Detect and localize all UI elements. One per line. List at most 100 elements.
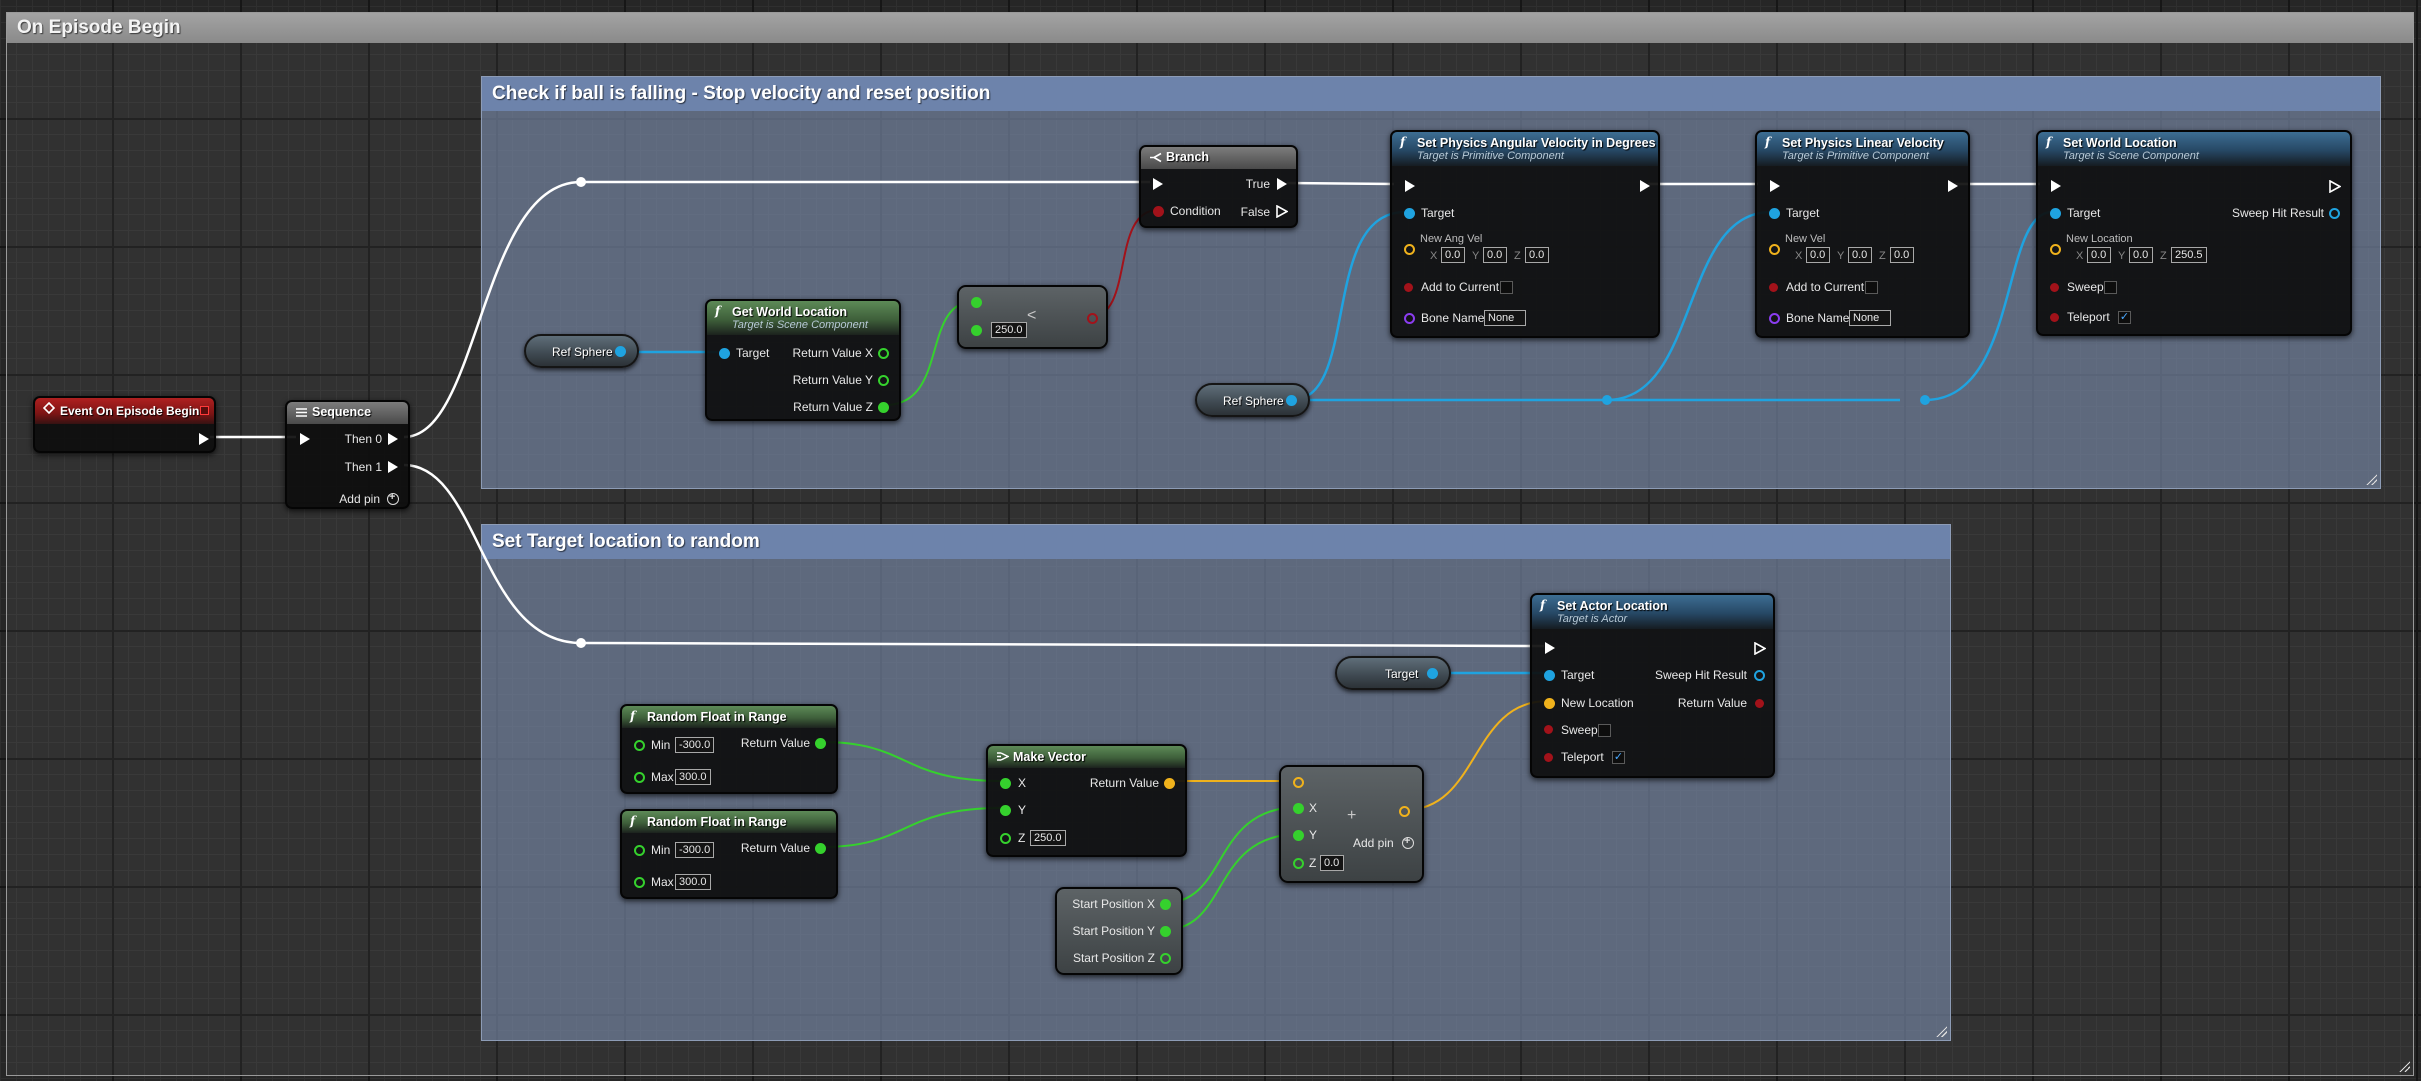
target-pin[interactable] bbox=[2050, 208, 2061, 219]
z-field[interactable]: 250.0 bbox=[1030, 830, 1066, 846]
exec-in-pin[interactable] bbox=[1153, 178, 1163, 190]
random-float-in-range-node[interactable]: f Random Float in Range Min -300.0 Retur… bbox=[620, 809, 838, 899]
x-pin[interactable] bbox=[1000, 778, 1011, 789]
comment-header[interactable]: On Episode Begin bbox=[7, 13, 2413, 43]
exec-in-pin[interactable] bbox=[1405, 180, 1415, 192]
then-1-pin[interactable] bbox=[388, 461, 398, 473]
target-variable-node[interactable]: Target bbox=[1335, 656, 1451, 690]
add-pin-label[interactable]: Add pin bbox=[1353, 836, 1394, 850]
bone-name-field[interactable]: None bbox=[1849, 310, 1891, 326]
new-location-pin[interactable] bbox=[2050, 244, 2061, 255]
max-field[interactable]: 300.0 bbox=[675, 874, 711, 890]
teleport-pin[interactable] bbox=[1544, 753, 1553, 762]
z-pin[interactable] bbox=[1293, 858, 1304, 869]
min-field[interactable]: -300.0 bbox=[675, 842, 715, 858]
return-value-pin[interactable] bbox=[1164, 778, 1175, 789]
exec-out-pin[interactable] bbox=[1754, 642, 1766, 655]
teleport-pin[interactable] bbox=[2050, 313, 2059, 322]
set-physics-angular-velocity-node[interactable]: f Set Physics Angular Velocity in Degree… bbox=[1390, 130, 1660, 338]
bool-out-pin[interactable] bbox=[1087, 313, 1098, 324]
sweep-hit-result-pin[interactable] bbox=[1754, 670, 1765, 681]
y-field[interactable]: 0.0 bbox=[1848, 247, 1872, 263]
max-field[interactable]: 300.0 bbox=[675, 769, 711, 785]
start-position-x-pin[interactable] bbox=[1160, 899, 1171, 910]
comment-header[interactable]: Set Target location to random bbox=[482, 525, 1950, 559]
return-z-pin[interactable] bbox=[878, 402, 889, 413]
new-ang-vel-pin[interactable] bbox=[1404, 244, 1415, 255]
x-field[interactable]: 0.0 bbox=[1441, 247, 1465, 263]
get-world-location-node[interactable]: f Get World Location Target is Scene Com… bbox=[705, 299, 901, 421]
exec-out-pin[interactable] bbox=[1948, 180, 1958, 192]
y-pin[interactable] bbox=[1000, 805, 1011, 816]
resize-grip[interactable] bbox=[2365, 473, 2377, 485]
vector-add-node[interactable]: X Y Z 0.0 + Add pin bbox=[1279, 765, 1424, 883]
sweep-checkbox[interactable] bbox=[2104, 281, 2117, 294]
then-0-pin[interactable] bbox=[388, 433, 398, 445]
y-field[interactable]: 0.0 bbox=[1483, 247, 1507, 263]
y-pin[interactable] bbox=[1293, 830, 1304, 841]
add-to-current-pin[interactable] bbox=[1404, 283, 1413, 292]
teleport-checkbox[interactable]: ✓ bbox=[2118, 311, 2131, 324]
target-pin[interactable] bbox=[1769, 208, 1780, 219]
comment-header[interactable]: Check if ball is falling - Stop velocity… bbox=[482, 77, 2380, 111]
target-pin[interactable] bbox=[1544, 670, 1555, 681]
false-pin[interactable] bbox=[1276, 205, 1288, 218]
new-vel-pin[interactable] bbox=[1769, 244, 1780, 255]
target-pin[interactable] bbox=[1404, 208, 1415, 219]
condition-pin[interactable] bbox=[1153, 206, 1164, 217]
teleport-checkbox[interactable]: ✓ bbox=[1612, 751, 1625, 764]
min-pin[interactable] bbox=[634, 845, 645, 856]
exec-out-pin[interactable] bbox=[2329, 180, 2341, 193]
exec-out-pin[interactable] bbox=[1640, 180, 1650, 192]
add-to-current-checkbox[interactable] bbox=[1500, 281, 1513, 294]
exec-in-pin[interactable] bbox=[1545, 642, 1555, 654]
z-field[interactable]: 0.0 bbox=[1525, 247, 1549, 263]
return-value-pin[interactable] bbox=[1755, 699, 1764, 708]
ref-sphere-variable-node[interactable]: Ref Sphere bbox=[1195, 383, 1310, 417]
exec-in-pin[interactable] bbox=[1770, 180, 1780, 192]
exec-out-pin[interactable] bbox=[199, 433, 209, 445]
add-to-current-pin[interactable] bbox=[1769, 283, 1778, 292]
return-x-pin[interactable] bbox=[878, 348, 889, 359]
true-pin[interactable] bbox=[1277, 178, 1287, 190]
set-world-location-node[interactable]: f Set World Location Target is Scene Com… bbox=[2036, 130, 2352, 336]
add-pin-icon[interactable] bbox=[387, 491, 399, 505]
make-vector-node[interactable]: Make Vector X Return Value Y Z 250.0 bbox=[986, 744, 1187, 857]
event-on-episode-begin-node[interactable]: Event On Episode Begin bbox=[33, 396, 216, 453]
sweep-pin[interactable] bbox=[1544, 725, 1553, 734]
max-pin[interactable] bbox=[634, 877, 645, 888]
random-float-in-range-node[interactable]: f Random Float in Range Min -300.0 Retur… bbox=[620, 704, 838, 794]
start-position-z-pin[interactable] bbox=[1160, 953, 1171, 964]
sweep-checkbox[interactable] bbox=[1598, 724, 1611, 737]
resize-grip[interactable] bbox=[2398, 1060, 2410, 1072]
exec-in-pin[interactable] bbox=[2051, 180, 2061, 192]
sequence-node[interactable]: Sequence Then 0 Then 1 Add pin bbox=[285, 400, 410, 509]
set-actor-location-node[interactable]: f Set Actor Location Target is Actor Tar… bbox=[1530, 593, 1775, 778]
a-input-pin[interactable] bbox=[1293, 777, 1304, 788]
less-than-node[interactable]: 250.0 < bbox=[957, 285, 1108, 349]
target-pin[interactable] bbox=[719, 348, 730, 359]
return-y-pin[interactable] bbox=[878, 375, 889, 386]
object-out-pin[interactable] bbox=[1286, 395, 1297, 406]
bone-name-pin[interactable] bbox=[1404, 313, 1415, 324]
return-value-pin[interactable] bbox=[1399, 806, 1410, 817]
ref-sphere-variable-node[interactable]: Ref Sphere bbox=[524, 334, 639, 368]
delegate-pin-icon[interactable] bbox=[200, 406, 209, 415]
min-field[interactable]: -300.0 bbox=[675, 737, 715, 753]
a-input-pin[interactable] bbox=[971, 297, 982, 308]
z-pin[interactable] bbox=[1000, 833, 1011, 844]
object-out-pin[interactable] bbox=[1427, 668, 1438, 679]
min-pin[interactable] bbox=[634, 740, 645, 751]
z-field[interactable]: 0.0 bbox=[1320, 855, 1344, 871]
b-value-field[interactable]: 250.0 bbox=[991, 322, 1027, 338]
z-field[interactable]: 250.5 bbox=[2171, 247, 2207, 263]
max-pin[interactable] bbox=[634, 772, 645, 783]
x-field[interactable]: 0.0 bbox=[2087, 247, 2111, 263]
add-to-current-checkbox[interactable] bbox=[1865, 281, 1878, 294]
set-physics-linear-velocity-node[interactable]: f Set Physics Linear Velocity Target is … bbox=[1755, 130, 1970, 338]
start-position-y-pin[interactable] bbox=[1160, 926, 1171, 937]
object-out-pin[interactable] bbox=[615, 346, 626, 357]
return-value-pin[interactable] bbox=[815, 843, 826, 854]
z-field[interactable]: 0.0 bbox=[1890, 247, 1914, 263]
b-input-pin[interactable] bbox=[971, 325, 982, 336]
